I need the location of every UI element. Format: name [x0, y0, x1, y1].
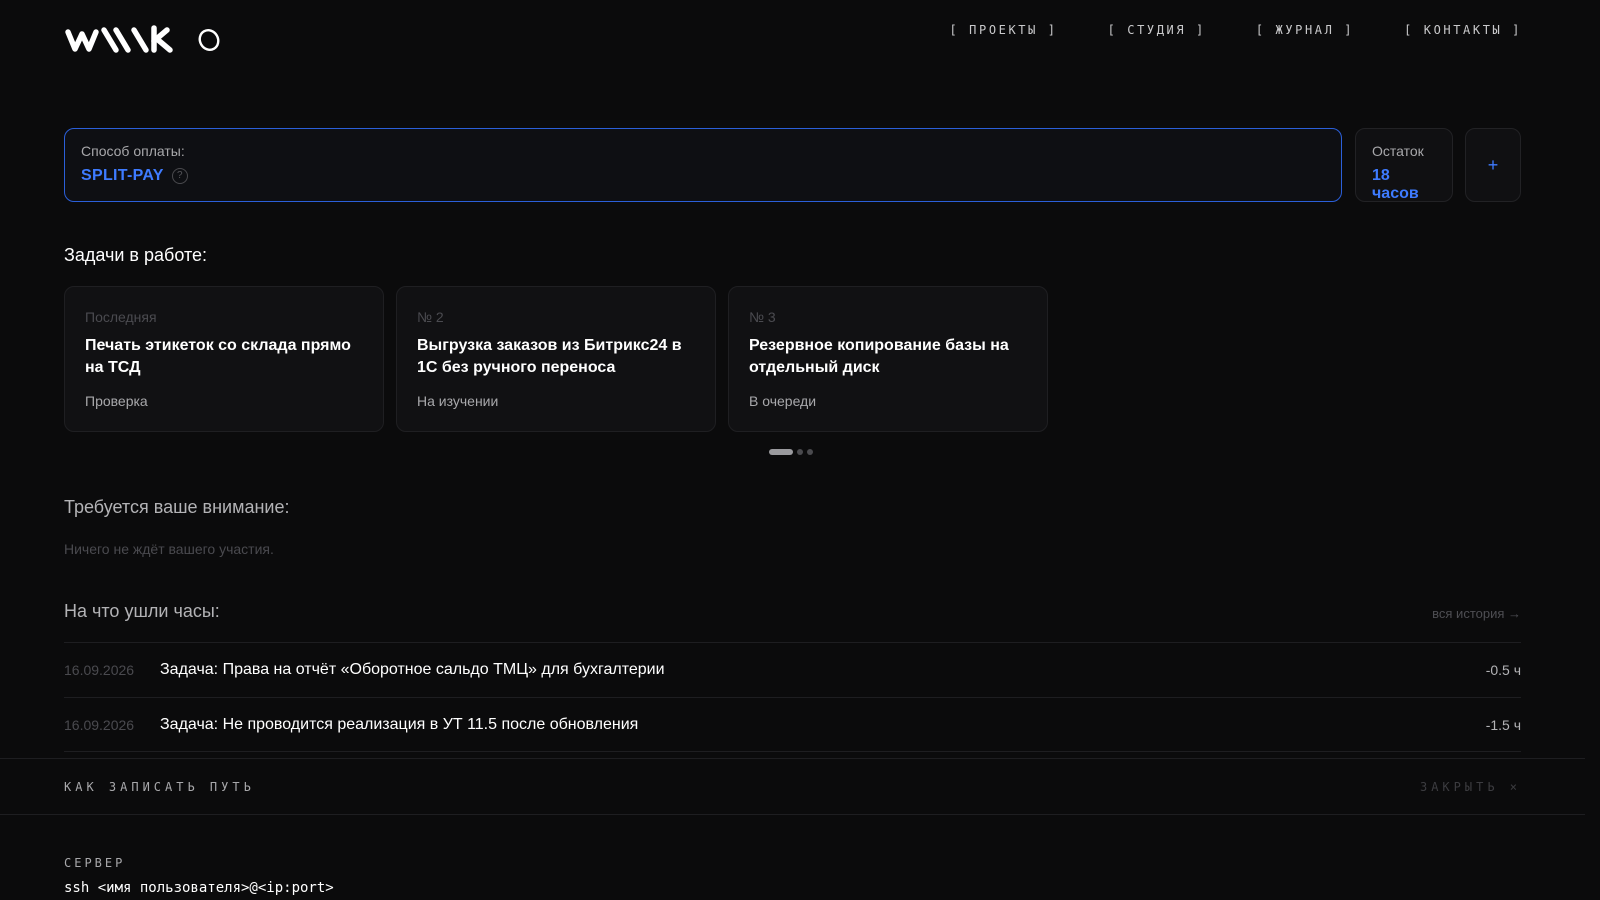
task-cards: Последняя Печать этикеток со склада прям…	[64, 286, 1048, 432]
hours-amount: -0.5 ч	[1485, 662, 1521, 678]
payment-method-value-row: SPLIT-PAY ?	[81, 167, 1325, 185]
server-command: ssh <имя пользователя>@<ip:port>	[64, 880, 334, 896]
hours-date: 16.09.2026	[64, 716, 135, 733]
logo[interactable]	[64, 22, 224, 56]
nav-studio[interactable]: [ СТУДИЯ ]	[1108, 23, 1206, 37]
task-tag: № 2	[417, 309, 444, 325]
close-button[interactable]: ЗАКРЫТЬ ×	[1420, 780, 1521, 794]
add-hours-button[interactable]: +	[1465, 128, 1521, 202]
hours-title: На что ушли часы:	[64, 601, 220, 621]
task-title: Резервное копирование базы на отдельный …	[749, 337, 1009, 376]
balance-value: 18 часов	[1372, 167, 1419, 202]
payment-method-label: Способ оплаты:	[81, 143, 185, 159]
payment-method-value: SPLIT-PAY	[81, 167, 164, 184]
task-status: Проверка	[85, 393, 148, 409]
nav-projects[interactable]: [ ПРОЕКТЫ ]	[950, 23, 1058, 37]
payment-method-box[interactable]: Способ оплаты: SPLIT-PAY ?	[64, 128, 1342, 202]
carousel-dot-active[interactable]	[769, 449, 793, 455]
task-status: На изучении	[417, 393, 499, 409]
nav-journal[interactable]: [ ЖУРНАЛ ]	[1256, 23, 1354, 37]
task-status: В очереди	[749, 393, 817, 409]
task-tag: № 3	[749, 309, 776, 325]
carousel-pagination	[769, 449, 813, 455]
carousel-dot[interactable]	[807, 449, 813, 455]
task-tag: Последняя	[85, 309, 157, 325]
path-panel-title: КАК ЗАПИСАТЬ ПУТЬ	[64, 780, 255, 794]
task-card[interactable]: № 3 Резервное копирование базы на отдель…	[728, 286, 1048, 432]
path-panel-header: КАК ЗАПИСАТЬ ПУТЬ ЗАКРЫТЬ ×	[0, 758, 1585, 815]
hours-amount: -1.5 ч	[1485, 716, 1521, 733]
balance-label: Остаток	[1372, 143, 1424, 159]
balance-box: Остаток 18 часов	[1355, 128, 1453, 202]
top-nav: [ ПРОЕКТЫ ] [ СТУДИЯ ] [ ЖУРНАЛ ] [ КОНТ…	[950, 23, 1522, 37]
hours-table: 16.09.2026 Задача: Права на отчёт «Оборо…	[64, 642, 1521, 752]
carousel-dot[interactable]	[797, 449, 803, 455]
task-title: Выгрузка заказов из Битрикс24 в 1С без р…	[417, 337, 682, 376]
table-row[interactable]: 16.09.2026 Задача: Не проводится реализа…	[64, 697, 1521, 752]
task-title: Печать этикеток со склада прямо на ТСД	[85, 337, 351, 376]
attention-empty-text: Ничего не ждёт вашего участия.	[64, 541, 274, 557]
history-link[interactable]: вся история →	[1432, 606, 1521, 621]
hours-date: 16.09.2026	[64, 662, 135, 678]
nav-contacts[interactable]: [ КОНТАКТЫ ]	[1404, 23, 1522, 37]
payment-row: Способ оплаты: SPLIT-PAY ? Остаток 18 ча…	[64, 128, 1521, 202]
task-card[interactable]: Последняя Печать этикеток со склада прям…	[64, 286, 384, 432]
help-icon[interactable]: ?	[171, 168, 188, 184]
task-card[interactable]: № 2 Выгрузка заказов из Битрикс24 в 1С б…	[396, 286, 716, 432]
server-label: СЕРВЕР	[64, 856, 126, 870]
table-row[interactable]: 16.09.2026 Задача: Права на отчёт «Оборо…	[64, 642, 1521, 697]
tasks-title: Задачи в работе:	[64, 245, 207, 265]
hours-description: Задача: Не проводится реализация в УТ 11…	[160, 715, 639, 733]
hours-description: Задача: Права на отчёт «Оборотное сальдо…	[160, 661, 665, 678]
attention-title: Требуется ваше внимание:	[64, 497, 290, 517]
page: [ ПРОЕКТЫ ] [ СТУДИЯ ] [ ЖУРНАЛ ] [ КОНТ…	[0, 0, 1600, 900]
